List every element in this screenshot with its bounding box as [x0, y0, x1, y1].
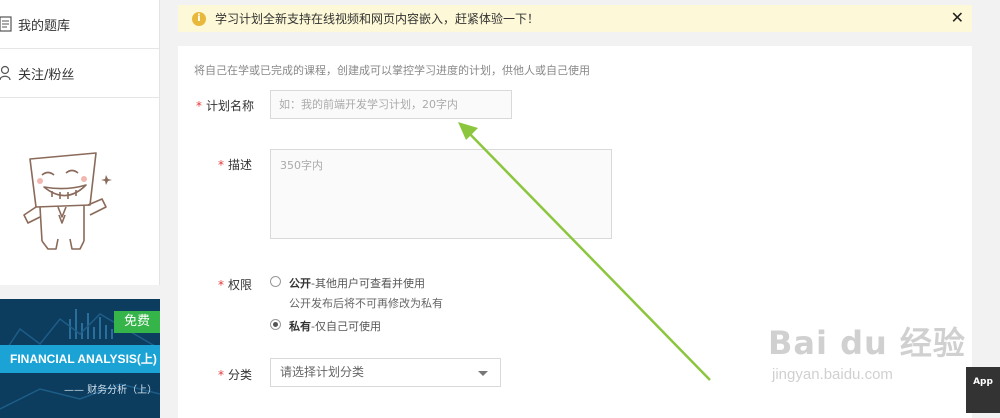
sidebar-item-question-bank[interactable]: 我的题库 [0, 0, 159, 49]
plan-name-label: * 计划名称 [196, 99, 255, 113]
document-icon [0, 14, 16, 34]
required-mark: * [218, 278, 224, 292]
app-download-tab[interactable]: App [966, 367, 1000, 413]
radio-button-selected[interactable] [270, 319, 281, 330]
course-subtitle: —— 财务分析（上） [64, 385, 158, 396]
permission-label: * 权限 [218, 278, 253, 292]
chevron-down-icon [478, 371, 488, 376]
radio-button[interactable] [270, 276, 281, 287]
required-mark: * [218, 368, 224, 382]
required-mark: * [196, 99, 202, 113]
permission-private-radio[interactable]: 私有-仅自己可使用 [270, 318, 381, 334]
plan-form: 将自己在学或已完成的课程，创建成可以掌控学习进度的计划，供他人或自己使用 * 计划… [178, 46, 972, 418]
sidebar-item-label: 我的题库 [18, 18, 71, 34]
notice-bar: i 学习计划全新支持在线视频和网页内容嵌入，赶紧体验一下！ ✕ [178, 5, 972, 32]
plan-name-input[interactable]: 如：我的前端开发学习计划，20字内 [270, 90, 512, 119]
required-mark: * [218, 158, 224, 172]
free-badge: 免费 [114, 311, 160, 333]
info-icon: i [192, 11, 206, 26]
mascot-illustration [18, 145, 118, 260]
left-sidebar: 我的题库 关注/粉丝 免费 FINANCIAL ANALYSIS(上) —— 财… [0, 0, 160, 418]
permission-public-radio[interactable]: 公开-其他用户可查看并使用 公开发布后将不可再修改为私有 [270, 275, 443, 311]
form-hint: 将自己在学或已完成的课程，创建成可以掌控学习进度的计划，供他人或自己使用 [194, 64, 590, 77]
sidebar-item-follow-fans[interactable]: 关注/粉丝 [0, 49, 159, 98]
user-icon [0, 63, 16, 83]
course-title: FINANCIAL ANALYSIS(上) [0, 345, 160, 373]
course-banner[interactable]: 免费 FINANCIAL ANALYSIS(上) —— 财务分析（上） [0, 299, 160, 418]
sidebar-item-label: 关注/粉丝 [18, 67, 75, 83]
public-note: 公开发布后将不可再修改为私有 [289, 297, 443, 310]
category-select[interactable]: 请选择计划分类 [270, 358, 501, 387]
notice-text: 学习计划全新支持在线视频和网页内容嵌入，赶紧体验一下！ [215, 12, 540, 26]
category-label: * 分类 [218, 368, 253, 382]
close-icon[interactable]: ✕ [951, 8, 964, 28]
description-textarea[interactable]: 350字内 [270, 149, 612, 239]
description-label: * 描述 [218, 158, 253, 172]
sidebar-menu: 我的题库 关注/粉丝 [0, 0, 160, 285]
